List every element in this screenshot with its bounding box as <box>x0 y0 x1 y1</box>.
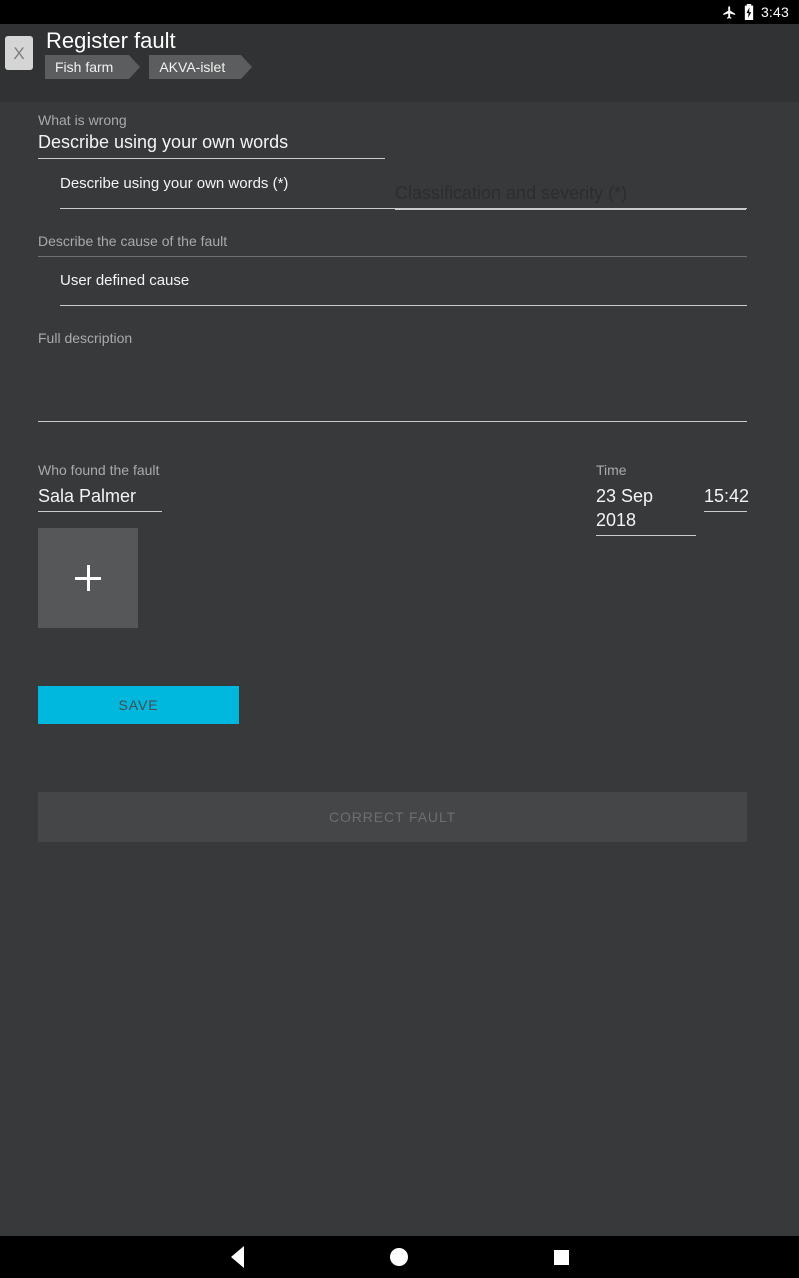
cause-value-field[interactable]: User defined cause <box>60 271 747 306</box>
cause-section-label: Describe the cause of the fault <box>38 233 228 249</box>
who-found-value[interactable]: Sala Palmer <box>38 479 162 512</box>
home-circle-icon <box>390 1248 408 1266</box>
full-description-field[interactable]: Full description <box>38 330 747 422</box>
breadcrumb-item-akva-islet[interactable]: AKVA-islet <box>149 55 253 79</box>
cause-value-underline <box>60 305 747 306</box>
what-is-wrong-value[interactable]: Describe using your own words <box>38 130 385 159</box>
own-words-detail-underline <box>60 208 747 209</box>
nav-recents-button[interactable] <box>531 1236 591 1278</box>
correct-fault-button[interactable]: CORRECT FAULT <box>38 792 747 842</box>
who-found-label: Who found the fault <box>38 462 160 478</box>
own-words-detail-field[interactable]: Describe using your own words (*) <box>60 174 747 209</box>
time-date-field[interactable]: 23 Sep 2018 <box>596 484 696 536</box>
app-bar: X Register fault Fish farm AKVA-islet <box>0 24 799 102</box>
form-body: What is wrong Describe using your own wo… <box>0 102 799 1236</box>
save-button[interactable]: SAVE <box>38 686 239 724</box>
time-clock-field[interactable]: 15:42 <box>704 484 749 536</box>
battery-charging-icon <box>744 4 754 20</box>
breadcrumb-item-fish-farm[interactable]: Fish farm <box>45 55 141 79</box>
full-description-underline <box>38 421 747 422</box>
back-triangle-icon <box>230 1246 244 1268</box>
time-label: Time <box>596 462 627 478</box>
what-is-wrong-label: What is wrong <box>38 112 127 128</box>
what-is-wrong-field[interactable]: What is wrong Describe using your own wo… <box>38 112 385 159</box>
nav-home-button[interactable] <box>369 1236 429 1278</box>
cause-section-underline <box>38 256 747 257</box>
page-title: Register fault <box>46 28 176 53</box>
app-screen: 3:43 X Register fault Fish farm AKVA-isl… <box>0 0 799 1278</box>
time-date-value[interactable]: 23 Sep 2018 <box>596 484 696 536</box>
recents-square-icon <box>553 1249 569 1265</box>
time-clock-value[interactable]: 15:42 <box>704 484 749 512</box>
time-field-group: Time 23 Sep 2018 15:42 <box>596 462 749 536</box>
airplane-mode-icon <box>722 5 737 20</box>
breadcrumb: Fish farm AKVA-islet <box>45 55 261 79</box>
full-description-label: Full description <box>38 330 133 346</box>
own-words-detail-value[interactable]: Describe using your own words (*) <box>60 174 747 208</box>
form-row-primary: What is wrong Describe using your own wo… <box>0 112 799 210</box>
nav-back-button[interactable] <box>207 1236 267 1278</box>
cause-value[interactable]: User defined cause <box>60 271 747 305</box>
close-button[interactable]: X <box>5 36 33 70</box>
status-bar: 3:43 <box>0 0 799 24</box>
cause-section-label-wrap: Describe the cause of the fault <box>38 233 747 257</box>
add-photo-button[interactable] <box>38 528 138 628</box>
plus-icon <box>75 565 101 591</box>
system-navigation-bar <box>0 1236 799 1278</box>
status-bar-clock: 3:43 <box>760 4 789 20</box>
who-found-field[interactable]: Who found the fault Sala Palmer <box>38 462 162 512</box>
